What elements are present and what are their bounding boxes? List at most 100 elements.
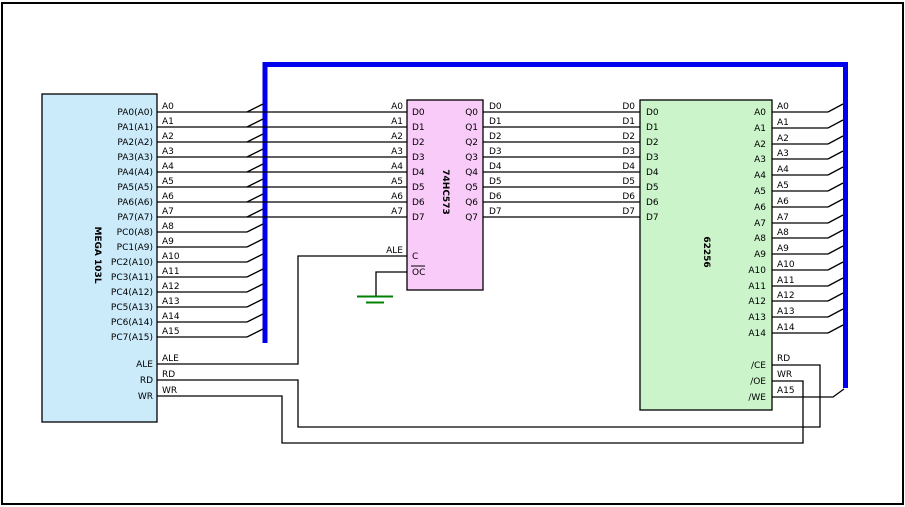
sram-pin-label: A1 [754, 124, 766, 134]
net-label: A8 [777, 228, 789, 238]
sram-pin-label: D7 [646, 213, 659, 223]
net-label: A1 [162, 117, 174, 127]
net-label: D0 [622, 102, 635, 112]
latch-pin-label: Q1 [465, 123, 478, 133]
net-label: A7 [391, 207, 403, 217]
bus-entry [828, 262, 843, 270]
net-label: A11 [162, 267, 180, 277]
bus-entry [828, 293, 843, 301]
net-label: A14 [777, 323, 795, 333]
schematic-canvas: MEGA 103L 74HC573 62256 PA0(A0)A0PA1(A1)… [0, 0, 905, 507]
net-label: A3 [391, 147, 403, 157]
sram-pin-label: A4 [754, 171, 766, 181]
net-label: A14 [162, 312, 180, 322]
net-label: A2 [162, 132, 174, 142]
net-label: A11 [777, 276, 795, 286]
latch-pin-label: Q7 [465, 213, 478, 223]
net-label: A15 [162, 327, 180, 337]
sram-pin-label: A11 [748, 282, 766, 292]
mega-pin-label: PC5(A13) [111, 303, 153, 313]
ale-wire [157, 256, 407, 364]
mega-pin-label: PC4(A12) [111, 288, 153, 298]
net-label: A0 [777, 102, 789, 112]
net-label: A10 [777, 260, 795, 270]
mega-chip-title: MEGA 103L [92, 226, 102, 283]
bus-entry [247, 299, 263, 307]
sram-chip-title: 62256 [701, 236, 711, 267]
sram-pin-label: A2 [754, 140, 766, 150]
net-label: D2 [622, 132, 635, 142]
latch-pin-label: Q0 [465, 108, 478, 118]
net-label: D1 [622, 117, 635, 127]
bus-entry [247, 329, 263, 337]
net-label: A6 [391, 192, 403, 202]
bus-entry [247, 164, 263, 172]
net-label: A0 [391, 102, 403, 112]
mega-pin-label: PC0(A8) [117, 228, 153, 238]
bus-entry [828, 230, 843, 238]
ground-symbol [357, 297, 393, 303]
net-label: A5 [162, 177, 174, 187]
net-label: A4 [777, 165, 789, 175]
latch-chip-title: 74HC573 [440, 169, 450, 214]
bus-entry [828, 120, 843, 128]
net-label: RD [162, 370, 175, 380]
bus-entry [828, 246, 843, 254]
net-label: A12 [777, 291, 795, 301]
net-label: A6 [162, 192, 174, 202]
sram-pin-label: A9 [754, 250, 766, 260]
bus-entry [828, 325, 843, 333]
net-label: A1 [391, 117, 403, 127]
latch-pin-label: Q2 [465, 138, 478, 148]
net-label: A3 [777, 149, 789, 159]
bus-entry [828, 104, 843, 112]
sram-pin-label: A13 [748, 313, 766, 323]
latch-pin-label: C [412, 252, 418, 262]
bus-entry [247, 224, 263, 232]
bus-entry [247, 179, 263, 187]
net-label: A5 [777, 181, 789, 191]
sram-pin-label: A14 [748, 329, 766, 339]
bus-entry [247, 119, 263, 127]
net-label: A7 [162, 207, 174, 217]
sram-pin-label: A0 [754, 108, 766, 118]
schematic-page: MEGA 103L 74HC573 62256 PA0(A0)A0PA1(A1)… [0, 0, 905, 507]
net-label: A7 [777, 213, 789, 223]
sram-pin-label: D0 [646, 108, 659, 118]
net-label: ALE [162, 354, 179, 364]
bus-entry [828, 199, 843, 207]
sram-pin-label: D6 [646, 198, 659, 208]
net-label: D5 [489, 177, 502, 187]
net-label: RD [777, 354, 790, 364]
net-label: A6 [777, 197, 789, 207]
bus-entry [247, 284, 263, 292]
net-label: A13 [777, 307, 795, 317]
net-label: D6 [489, 192, 502, 202]
net-label: D2 [489, 132, 502, 142]
latch-pin-label: D3 [412, 153, 425, 163]
mega-pin-label: PC7(A15) [111, 333, 153, 343]
net-label: ALE [386, 246, 403, 256]
latch-pin-label: Q5 [465, 183, 478, 193]
sram-pin-label: A12 [748, 297, 766, 307]
mega-pin-label: PA2(A2) [117, 138, 153, 148]
latch-pin-label: D2 [412, 138, 425, 148]
net-label: D5 [622, 177, 635, 187]
sram-pin-label: /CE [751, 361, 766, 371]
mega-pin-label: PA5(A5) [117, 183, 153, 193]
latch-pin-label: D1 [412, 123, 425, 133]
sram-pin-label: A8 [754, 234, 766, 244]
bus-entry [247, 239, 263, 247]
mega-pin-label: PC1(A9) [117, 243, 153, 253]
net-label: A0 [162, 102, 174, 112]
net-label: A9 [777, 244, 789, 254]
sram-pin-label: A6 [754, 203, 766, 213]
bus-entry [828, 278, 843, 286]
net-label: A9 [162, 237, 174, 247]
sram-pin-label: D5 [646, 183, 659, 193]
bus-entry [247, 134, 263, 142]
bus-entry [247, 209, 263, 217]
bus-entry [828, 183, 843, 191]
bus-entry [247, 254, 263, 262]
latch-pin-label: Q6 [465, 198, 478, 208]
